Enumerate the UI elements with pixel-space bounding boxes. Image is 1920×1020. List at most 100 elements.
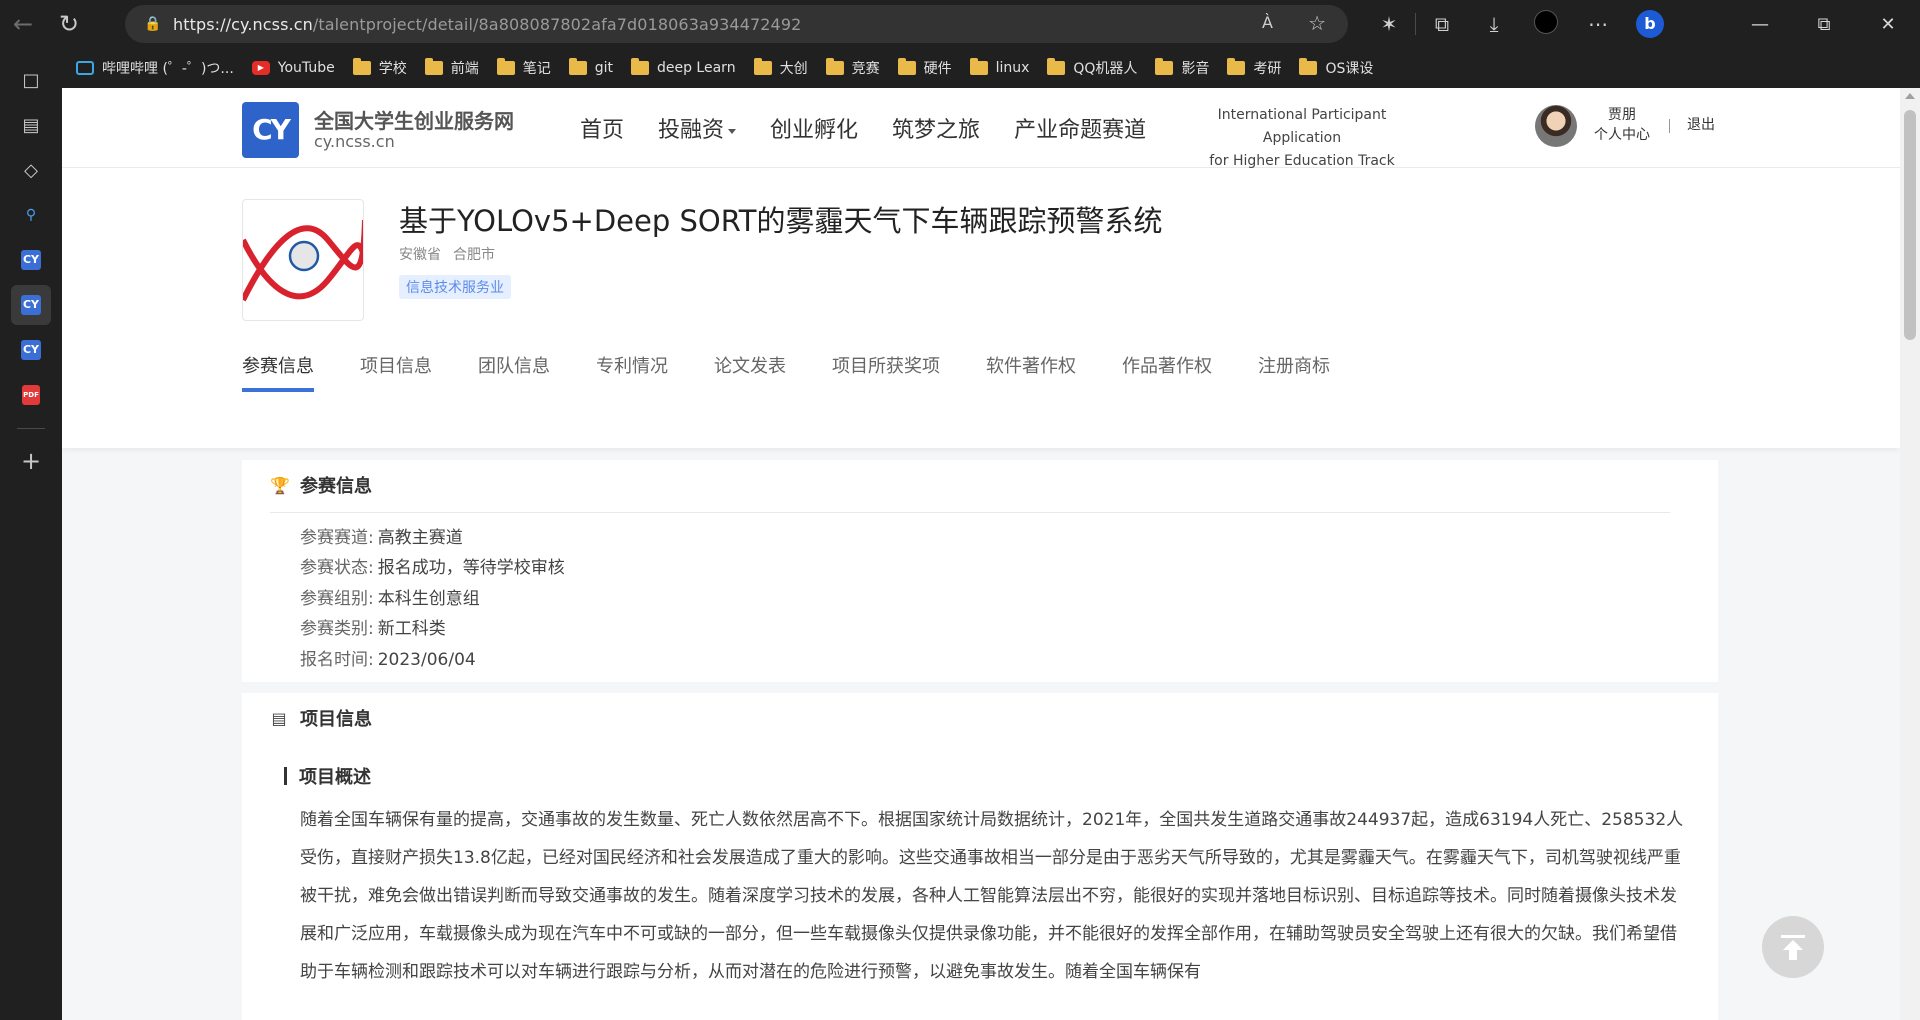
cy-site-icon: CY bbox=[21, 250, 41, 270]
tab-7[interactable]: 作品著作权 bbox=[1122, 352, 1212, 392]
restore-button[interactable]: ⧉ bbox=[1792, 0, 1856, 48]
folder-icon bbox=[969, 58, 988, 75]
read-aloud-icon[interactable]: À bbox=[1262, 13, 1273, 32]
address-bar[interactable]: 🔒 https://cy.ncss.cn/talentproject/detai… bbox=[125, 5, 1348, 43]
folder-icon bbox=[825, 58, 844, 75]
new-tab-plus-icon[interactable]: + bbox=[11, 441, 51, 481]
project-tabs: 参赛信息 项目信息 团队信息 专利情况 论文发表 项目所获奖项 软件著作权 作品著作权 注册商标 bbox=[242, 352, 1376, 392]
bookmark-item[interactable]: deep Learn bbox=[630, 58, 736, 76]
project-info-card: ▤ 项目信息 项目概述 随着全国车辆保有量的提高，交通事故的发生数量、死亡人数依… bbox=[242, 693, 1718, 1020]
vertical-tab-cy-3[interactable]: CY bbox=[11, 330, 51, 370]
favorite-star-icon[interactable]: ☆ bbox=[1308, 11, 1326, 35]
tab-0[interactable]: 参赛信息 bbox=[242, 352, 314, 392]
bookmark-item[interactable]: 大创 bbox=[753, 58, 808, 78]
nav-investment[interactable]: 投融资 bbox=[658, 112, 737, 144]
logout-link[interactable]: 退出 bbox=[1687, 114, 1715, 134]
refresh-button[interactable]: ↻ bbox=[46, 1, 92, 47]
bing-copilot-icon[interactable]: b bbox=[1624, 10, 1676, 38]
tab-1[interactable]: 项目信息 bbox=[360, 352, 432, 392]
info-value: 高教主赛道 bbox=[377, 528, 463, 548]
nav-home[interactable]: 首页 bbox=[580, 112, 624, 144]
tab-3[interactable]: 专利情况 bbox=[596, 352, 668, 392]
bookmark-item[interactable]: git bbox=[568, 58, 613, 76]
address-url[interactable]: https://cy.ncss.cn/talentproject/detail/… bbox=[173, 15, 801, 34]
intl-application-link[interactable]: International Participant Application fo… bbox=[1192, 104, 1412, 173]
bookmark-item[interactable]: 硬件 bbox=[897, 58, 952, 78]
back-button[interactable]: ← bbox=[0, 1, 46, 47]
back-to-top-button[interactable] bbox=[1762, 916, 1824, 978]
minimize-button[interactable]: — bbox=[1728, 0, 1792, 48]
bookmark-label: 笔记 bbox=[522, 61, 551, 77]
collections-icon[interactable]: ⧉ bbox=[1416, 12, 1468, 36]
nav-industry-track[interactable]: 产业命题赛道 bbox=[1014, 112, 1146, 144]
avatar[interactable] bbox=[1535, 105, 1577, 147]
info-label: 参赛组别: bbox=[300, 589, 374, 609]
bookmark-item[interactable]: 学校 bbox=[352, 58, 407, 78]
info-row: 参赛类别: 新工科类 bbox=[300, 614, 446, 639]
bilibili-icon bbox=[76, 61, 94, 75]
extensions-icon[interactable]: ✶ bbox=[1363, 12, 1415, 36]
chevron-down-icon bbox=[728, 128, 737, 134]
document-icon[interactable]: ◇ bbox=[11, 150, 51, 190]
nav-investment-label: 投融资 bbox=[658, 118, 725, 143]
info-value: 报名成功，等待学校审核 bbox=[377, 558, 565, 578]
bookmark-item[interactable]: 哔哩哔哩 (゜-゜)つ... bbox=[76, 58, 234, 78]
nav-incubation[interactable]: 创业孵化 bbox=[770, 112, 858, 144]
tab-4[interactable]: 论文发表 bbox=[714, 352, 786, 392]
project-logo-graphic bbox=[243, 219, 363, 302]
close-window-button[interactable]: ✕ bbox=[1856, 0, 1920, 48]
folder-icon bbox=[496, 58, 515, 75]
bookmark-label: 学校 bbox=[378, 61, 407, 77]
info-value: 新工科类 bbox=[377, 619, 446, 639]
lock-icon: 🔒 bbox=[144, 16, 162, 32]
info-value: 本科生创意组 bbox=[377, 589, 480, 609]
tab-2[interactable]: 团队信息 bbox=[478, 352, 550, 392]
arrow-left-icon: ← bbox=[12, 10, 34, 38]
tab-8[interactable]: 注册商标 bbox=[1258, 352, 1330, 392]
user-menu[interactable]: 贾朋 个人中心 bbox=[1587, 105, 1657, 145]
bookmark-item[interactable]: 竞赛 bbox=[825, 58, 880, 78]
site-name[interactable]: 全国大学生创业服务网 bbox=[314, 105, 514, 134]
info-row: 报名时间: 2023/06/04 bbox=[300, 645, 476, 670]
bookmark-item[interactable]: OS课设 bbox=[1299, 58, 1373, 78]
vertical-tab-cy-2[interactable]: CY bbox=[11, 285, 51, 325]
site-logo[interactable]: CY bbox=[242, 102, 299, 158]
bookmark-item[interactable]: 影音 bbox=[1155, 58, 1209, 78]
window-controls: — ⧉ ✕ bbox=[1728, 0, 1920, 48]
bookmark-item[interactable]: ▶ YouTube bbox=[251, 60, 335, 76]
profile-extension-icon[interactable] bbox=[1520, 9, 1572, 39]
bookmark-label: QQ机器人 bbox=[1073, 61, 1138, 77]
page-scrollbar[interactable] bbox=[1900, 88, 1920, 1020]
bookmark-label: 前端 bbox=[450, 61, 479, 77]
nav-dream-journey[interactable]: 筑梦之旅 bbox=[892, 112, 980, 144]
user-center-link[interactable]: 个人中心 bbox=[1587, 125, 1657, 145]
tab-6[interactable]: 软件著作权 bbox=[986, 352, 1076, 392]
tab-actions-icon[interactable]: □ bbox=[11, 60, 51, 100]
bookmark-item[interactable]: 前端 bbox=[424, 58, 479, 78]
vertical-tab-cy-1[interactable]: CY bbox=[11, 240, 51, 280]
folder-icon bbox=[1155, 58, 1174, 75]
scroll-up-arrow-icon[interactable] bbox=[1905, 93, 1915, 99]
folder-icon bbox=[1047, 58, 1066, 75]
scrollbar-thumb[interactable] bbox=[1904, 110, 1916, 340]
vertical-tab-pdf[interactable]: PDF bbox=[11, 375, 51, 415]
sidebar-divider bbox=[17, 428, 45, 429]
search-icon[interactable]: ⚲ bbox=[11, 195, 51, 235]
info-label: 参赛赛道: bbox=[300, 528, 374, 548]
folder-icon bbox=[753, 58, 772, 75]
tab-5[interactable]: 项目所获奖项 bbox=[832, 352, 940, 392]
bookmark-item[interactable]: linux bbox=[969, 58, 1029, 76]
workspaces-icon[interactable]: ▤ bbox=[11, 105, 51, 145]
bookmark-item[interactable]: QQ机器人 bbox=[1047, 58, 1137, 78]
competition-card-title: 🏆 参赛信息 bbox=[270, 472, 372, 498]
pdf-icon: PDF bbox=[22, 385, 40, 405]
bookmark-item[interactable]: 笔记 bbox=[496, 58, 551, 78]
browser-sidebar: □ ▤ ◇ ⚲ CY CY CY PDF + bbox=[0, 48, 62, 1020]
bookmark-item[interactable]: 考研 bbox=[1227, 58, 1281, 78]
refresh-icon: ↻ bbox=[58, 10, 80, 38]
more-menu-icon[interactable]: ⋯ bbox=[1572, 12, 1624, 36]
bookmark-label: 硬件 bbox=[923, 61, 952, 77]
project-logo bbox=[242, 199, 364, 321]
project-location: 安徽省 合肥市 bbox=[399, 244, 507, 264]
download-icon[interactable]: ⤓ bbox=[1468, 12, 1520, 36]
